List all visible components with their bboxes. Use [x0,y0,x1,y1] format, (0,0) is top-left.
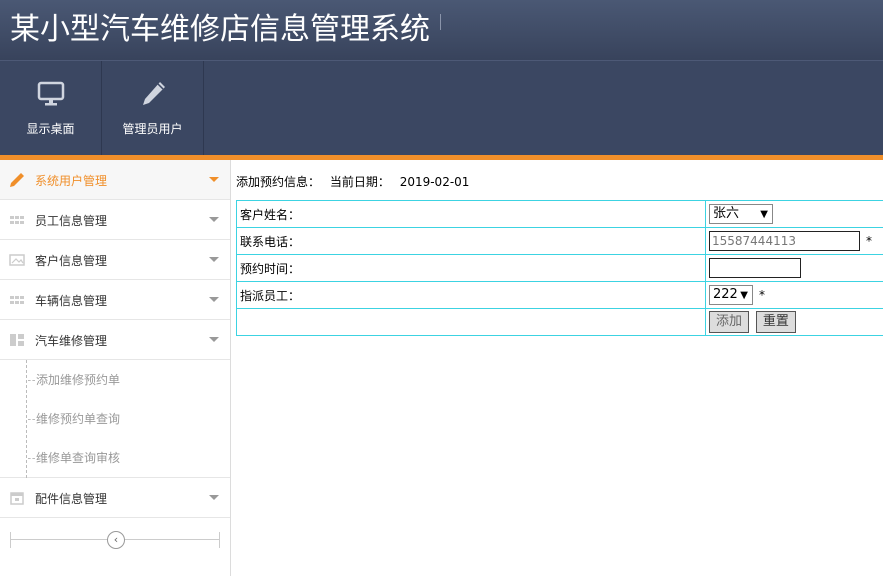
chevron-down-icon [209,337,219,342]
chevron-down-icon [209,257,219,262]
sidebar-item-employees[interactable]: 员工信息管理 [0,200,230,240]
main-content: 添加预约信息： 当前日期： 2019-02-01 客户姓名： 张六 ▼ 联系电话… [231,160,883,576]
monitor-icon [37,81,65,106]
sidebar-item-vehicles[interactable]: 车辆信息管理 [0,280,230,320]
sidebar-item-system-users[interactable]: 系统用户管理 [0,160,230,200]
required-marker: * [759,288,765,302]
submenu-item-query-appointment[interactable]: 维修预约单查询 [28,410,120,430]
empty-label-cell [236,308,706,336]
appointment-time-cell [705,254,883,282]
sidebar-item-label: 员工信息管理 [35,214,108,228]
appointment-time-label: 预约时间： [236,254,706,282]
customer-name-select[interactable]: 张六 ▼ [709,204,773,224]
collapse-sidebar-button[interactable]: ‹ [107,531,125,549]
buttons-cell: 添加 重置 [705,308,883,336]
form-row: 指派员工： 222 ▼ * [236,281,883,309]
title-separator [440,14,441,30]
chevron-down-icon [209,297,219,302]
page-heading: 添加预约信息： 当前日期： 2019-02-01 [236,173,469,190]
admin-user-button[interactable]: 管理员用户 [102,61,204,157]
form-row: 添加 重置 [236,308,883,336]
admin-user-label: 管理员用户 [122,122,183,136]
sidebar-item-repairs[interactable]: 汽车维修管理 [0,320,230,360]
sidebar-item-label: 配件信息管理 [35,492,108,506]
assigned-employee-label: 指派员工： [236,281,706,309]
submenu-item-label: 添加维修预约单 [36,373,121,387]
phone-cell: 15587444113 * [705,227,883,255]
toolbar: 显示桌面 管理员用户 [0,60,883,157]
customer-name-label: 客户姓名： [236,200,706,228]
assigned-employee-select[interactable]: 222 ▼ [709,285,753,305]
form-row: 联系电话： 15587444113 * [236,227,883,255]
submenu-item-label: 维修单查询审核 [36,451,121,465]
calendar-icon [10,492,24,505]
app-title: 某小型汽车维修店信息管理系统 [10,12,430,47]
sidebar-item-parts[interactable]: 配件信息管理 [0,478,230,518]
submenu-item-add-appointment[interactable]: 添加维修预约单 [28,371,120,391]
add-button[interactable]: 添加 [709,311,749,333]
assigned-employee-cell: 222 ▼ * [705,281,883,309]
app-header: 某小型汽车维修店信息管理系统 [0,0,883,60]
form-row: 预约时间： [236,254,883,282]
sidebar: 系统用户管理 员工信息管理 客户信息管理 车辆信息管理 汽车维修管理 添加维修预… [0,160,231,576]
sidebar-item-label: 汽车维修管理 [35,334,108,348]
dropdown-arrow-icon: ▼ [740,290,748,301]
sidebar-item-label: 系统用户管理 [35,174,108,188]
current-date-value: 2019-02-01 [399,175,470,189]
required-marker: * [866,234,872,248]
chevron-down-icon [209,495,219,500]
page-title: 添加预约信息： [236,175,321,189]
assigned-employee-value: 222 [713,287,738,302]
submenu-item-review-orders[interactable]: 维修单查询审核 [28,449,120,469]
pencil-icon [143,82,165,105]
pencil-icon [10,173,24,187]
customer-name-cell: 张六 ▼ [705,200,883,228]
sidebar-item-label: 客户信息管理 [35,254,108,268]
customer-name-value: 张六 [713,206,740,221]
image-icon [9,254,25,266]
dropdown-arrow-icon: ▼ [760,209,768,220]
phone-input[interactable]: 15587444113 [709,231,860,251]
repairs-submenu: 添加维修预约单 维修预约单查询 维修单查询审核 [0,360,230,478]
grid-icon [10,216,24,224]
phone-label: 联系电话： [236,227,706,255]
appointment-time-input[interactable] [709,258,801,278]
submenu-item-label: 维修预约单查询 [36,412,121,426]
current-date-label: 当前日期： [329,175,390,189]
sidebar-item-label: 车辆信息管理 [35,294,108,308]
chevron-down-icon [209,217,219,222]
submenu-guide-line [26,360,27,478]
show-desktop-label: 显示桌面 [26,122,75,136]
reset-button[interactable]: 重置 [755,311,796,333]
chevron-down-icon [209,177,219,182]
chevron-left-icon: ‹ [113,533,119,546]
grid-icon [10,296,24,304]
sidebar-item-customers[interactable]: 客户信息管理 [0,240,230,280]
appointment-form: 客户姓名： 张六 ▼ 联系电话： 15587444113 * 预约时间： 指派员工… [236,200,883,336]
show-desktop-button[interactable]: 显示桌面 [0,61,102,157]
form-row: 客户姓名： 张六 ▼ [236,200,883,228]
layout-icon [10,334,24,346]
